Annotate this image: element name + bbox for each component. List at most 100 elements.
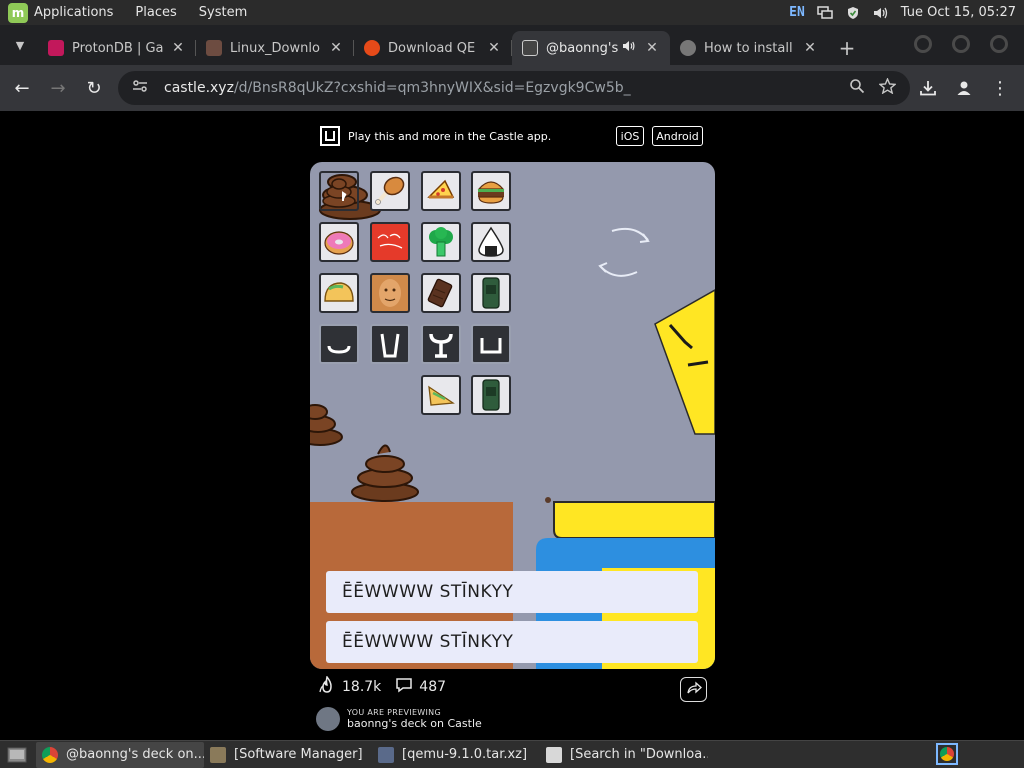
new-tab-plus-icon[interactable]: + [832,31,862,65]
close-icon[interactable]: ✕ [644,40,660,56]
close-window-button[interactable] [990,35,1008,53]
close-icon[interactable]: ✕ [486,40,502,56]
maximize-button[interactable] [952,35,970,53]
tab-title: Download QE [388,40,476,56]
tile-burger[interactable] [471,171,511,211]
tile-taco[interactable] [319,273,359,313]
banner-text: Play this and more in the Castle app. [348,129,552,143]
deck-caption[interactable]: baonng's deck on Castle [347,717,482,730]
show-desktop-icon[interactable] [4,743,30,767]
system-top-bar: m Applications Places System EN Tue Oct … [0,0,1024,25]
url-host: castle.xyz [164,80,234,96]
keyboard-layout-indicator[interactable]: EN [789,5,805,20]
taskbar-item-chrome[interactable]: @baonng's deck on... [36,741,204,768]
tab-protondb[interactable]: ProtonDB | Ga ✕ [38,31,196,65]
tile-u-shape[interactable] [471,324,511,364]
tile-green-can-small[interactable] [471,375,511,415]
comments-count: 487 [419,679,447,695]
url-path: /d/BnsR8qUkZ?cxshid=qm3hnyWIX&sid=Egzvgk… [233,80,631,96]
taskbar-item-label: [qemu-9.1.0.tar.xz] [402,747,528,762]
menu-applications[interactable]: Applications [34,5,113,20]
shield-icon[interactable] [845,6,861,20]
tile-face-photo[interactable] [370,273,410,313]
tile-y-shape[interactable] [421,324,461,364]
address-toolbar: ← → ↻ castle.xyz/d/BnsR8qUkZ?cxshid=qm3h… [0,65,1024,111]
share-button[interactable] [680,677,707,702]
tab-how-to-install[interactable]: How to install ✕ [670,31,828,65]
tab-linux-download[interactable]: Linux_Downlo ✕ [196,31,354,65]
taskbar-item-label: [Software Manager] [234,747,363,762]
yellow-platform [553,501,715,539]
browser-tab-strip: ▼ ProtonDB | Ga ✕ Linux_Downlo ✕ Downloa… [0,25,1024,65]
tile-cup-shape[interactable] [370,324,410,364]
volume-icon[interactable] [873,6,889,20]
taskbar-item-label: @baonng's deck on... [66,747,204,762]
castle-logo-icon [320,126,340,146]
tile-donut[interactable] [319,222,359,262]
tile-green-can[interactable] [471,273,511,313]
android-button[interactable]: Android [652,126,703,146]
deck-stats: 18.7k 487 [318,675,447,698]
back-arrow-icon[interactable]: ← [4,70,40,106]
ios-button[interactable]: iOS [616,126,644,146]
download-icon[interactable] [910,70,946,106]
tab-search-chevron-icon[interactable]: ▼ [6,31,34,59]
tab-title: How to install [704,40,793,56]
tab-castle-active[interactable]: @baonng's ✕ [512,31,670,65]
profile-avatar-icon[interactable] [946,70,982,106]
bookmark-star-icon[interactable] [878,77,897,98]
protondb-favicon-icon [48,40,64,56]
menu-places[interactable]: Places [135,5,176,20]
comment-icon[interactable] [395,677,413,697]
network-icon[interactable] [817,5,833,20]
zoom-icon[interactable] [849,78,865,98]
reload-icon[interactable]: ↻ [76,70,112,106]
minimize-button[interactable] [914,35,932,53]
tile-coke-can[interactable] [370,222,410,262]
tile-chicken-leg[interactable] [370,171,410,211]
taskbar-item-archive[interactable]: [qemu-9.1.0.tar.xz] [372,742,540,768]
audio-playing-icon[interactable] [622,40,636,56]
file-search-icon [546,746,562,763]
close-icon[interactable]: ✕ [802,40,818,56]
menu-system[interactable]: System [199,5,247,20]
taskbar-item-label: [Search in "Downloa... [570,747,708,762]
poop-pile-edge [310,404,343,446]
castle-favicon-icon [522,40,538,56]
qemu-favicon-icon [364,40,380,56]
tile-poop[interactable] [319,171,359,211]
tile-bowl-shape[interactable] [319,324,359,364]
tab-title: @baonng's [546,40,619,56]
site-info-icon[interactable] [132,79,154,97]
close-icon[interactable]: ✕ [170,40,186,56]
preview-label: YOU ARE PREVIEWING [347,708,441,717]
mint-logo-icon[interactable]: m [8,2,28,23]
software-manager-icon [210,746,226,763]
dialog-bubble[interactable]: ĒĒWWWW STĪNKYY [326,621,698,663]
tile-broccoli[interactable] [421,222,461,262]
tile-chocolate-bar[interactable] [421,273,461,313]
tile-onigiri[interactable] [471,222,511,262]
avatar[interactable] [316,707,340,731]
omnibox[interactable]: castle.xyz/d/BnsR8qUkZ?cxshid=qm3hnyWIX&… [118,71,910,105]
game-canvas[interactable]: ĒĒWWWW STĪNKYY ĒĒWWWW STĪNKYY [310,162,715,669]
preview-info: YOU ARE PREVIEWING baonng's deck on Cast… [316,707,482,731]
kebab-menu-icon[interactable]: ⋮ [982,70,1018,106]
tab-title: Linux_Downlo [230,40,320,56]
fire-icon[interactable] [318,675,336,698]
chrome-icon [42,746,58,763]
app-promo-banner: Play this and more in the Castle app. iO… [320,125,710,147]
close-icon[interactable]: ✕ [328,40,344,56]
share-arrow-icon [686,680,702,699]
forward-arrow-icon[interactable]: → [40,70,76,106]
tile-pizza[interactable] [421,171,461,211]
clock[interactable]: Tue Oct 15, 05:27 [901,5,1016,20]
tab-title: ProtonDB | Ga [72,40,164,56]
taskbar-item-software-manager[interactable]: [Software Manager] [204,742,372,768]
tab-download-qemu[interactable]: Download QE ✕ [354,31,512,65]
tile-taco-small[interactable] [421,375,461,415]
dialog-bubble[interactable]: ĒĒWWWW STĪNKYY [326,571,698,613]
tray-chrome-icon[interactable] [936,743,958,765]
taskbar-item-search[interactable]: [Search in "Downloa... [540,742,708,768]
likes-count: 18.7k [342,679,382,695]
